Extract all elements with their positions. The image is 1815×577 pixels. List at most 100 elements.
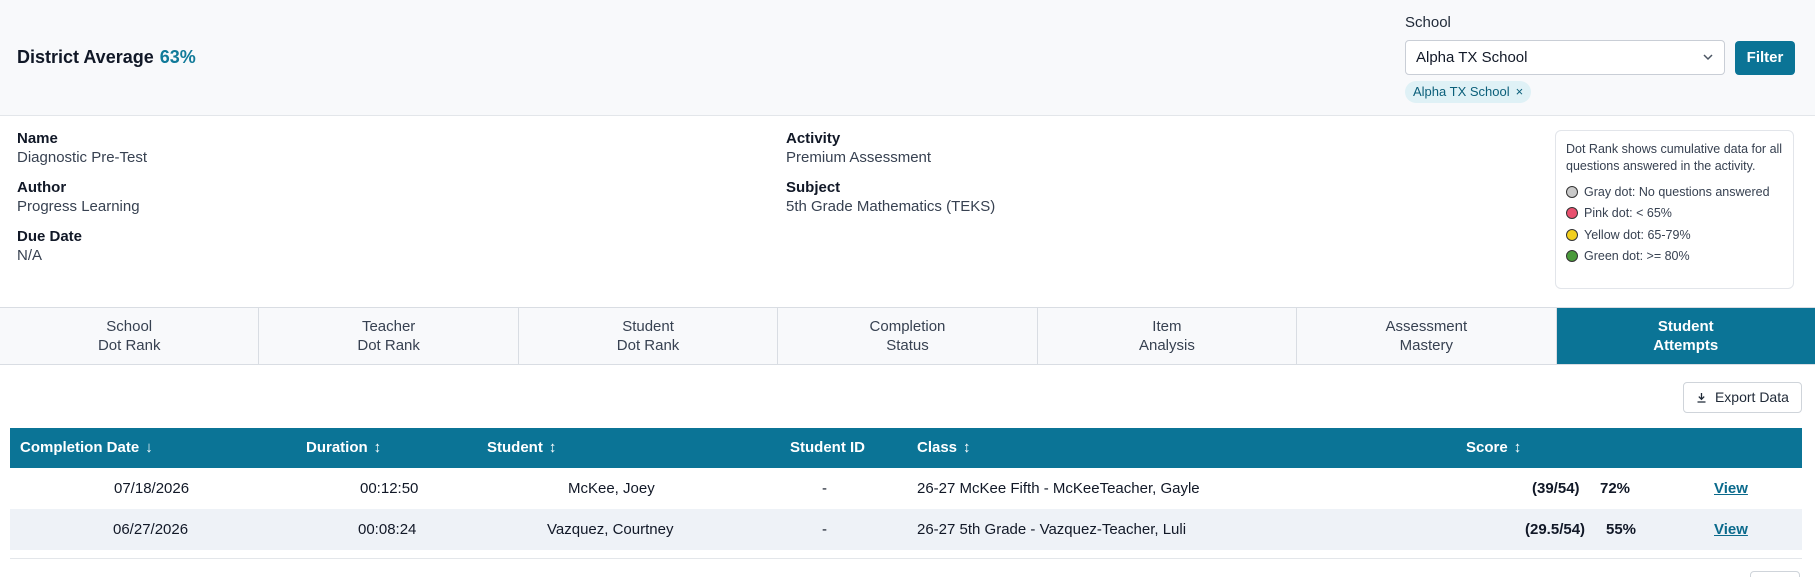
tab-label: Mastery [1399, 337, 1453, 354]
activity-value: Premium Assessment [786, 149, 932, 166]
cell-student-id: - [822, 480, 827, 497]
tab-label: Dot Rank [357, 337, 420, 354]
header-score[interactable]: Score ↕ [1466, 428, 1521, 468]
cell-score-fraction: (39/54) [1532, 480, 1580, 497]
district-average-value: 63% [159, 47, 196, 67]
sort-icon: ↕ [963, 439, 971, 456]
header-class[interactable]: Class ↕ [917, 428, 971, 468]
view-link[interactable]: View [1714, 509, 1748, 550]
author-label: Author [17, 179, 67, 196]
legend-item-label: Pink dot: < 65% [1584, 206, 1672, 221]
header-label: Completion Date [20, 439, 140, 456]
district-average: District Average 63% [17, 47, 196, 68]
due-date-value: N/A [17, 247, 43, 264]
legend-item-label: Yellow dot: 65-79% [1584, 227, 1691, 242]
author-value: Progress Learning [17, 198, 140, 215]
tab-label: Status [886, 337, 929, 354]
chip-close-icon[interactable]: × [1516, 84, 1524, 99]
tab-completion-status[interactable]: Completion Status [778, 308, 1038, 364]
legend-item-gray: Gray dot: No questions answered [1566, 181, 1783, 203]
table-row: 06/27/2026 00:08:24 Vazquez, Courtney - … [10, 509, 1802, 550]
school-select-value: Alpha TX School [1416, 49, 1528, 66]
school-select[interactable]: Alpha TX School [1405, 40, 1725, 75]
cell-completion-date: 07/18/2026 [114, 480, 190, 497]
cell-student: McKee, Joey [568, 480, 655, 497]
filter-button[interactable]: Filter [1735, 41, 1795, 75]
header-label: Student [487, 439, 543, 456]
pink-dot-icon [1566, 207, 1578, 220]
cell-duration: 00:12:50 [360, 480, 419, 497]
pagination-control[interactable] [1750, 571, 1800, 577]
report-tabs: School Dot Rank Teacher Dot Rank Student Do… [0, 307, 1815, 365]
activity-info-right: Activity Premium Assessment Subject 5th … [786, 130, 995, 228]
view-link[interactable]: View [1714, 468, 1748, 509]
legend-item-label: Gray dot: No questions answered [1584, 184, 1770, 199]
table-row: 07/18/2026 00:12:50 McKee, Joey - 26-27 … [10, 468, 1802, 509]
cell-score-percent: 55% [1606, 521, 1637, 538]
school-label: School [1405, 14, 1451, 31]
divider [10, 558, 1802, 559]
legend-item-green: Green dot: >= 80% [1566, 246, 1783, 268]
yellow-dot-icon [1566, 228, 1578, 241]
cell-student-id: - [822, 521, 827, 538]
header-label: Class [917, 439, 958, 456]
sort-down-icon: ↓ [145, 439, 153, 456]
tab-item-analysis[interactable]: Item Analysis [1038, 308, 1298, 364]
cell-duration: 00:08:24 [358, 521, 417, 538]
sort-icon: ↕ [548, 439, 557, 456]
activity-label: Activity [786, 130, 841, 147]
header-bar: District Average 63% School Alpha TX Scho… [0, 0, 1815, 116]
header-student-id: Student ID [790, 428, 865, 468]
tab-label: Completion [869, 318, 946, 335]
sort-icon: ↕ [373, 439, 382, 456]
table-header: Completion Date ↓ Duration ↕ Student ↕ Stud… [10, 428, 1802, 468]
tab-school-dot-rank[interactable]: School Dot Rank [0, 308, 260, 364]
tab-label: Attempts [1653, 337, 1719, 354]
subject-label: Subject [786, 179, 841, 196]
download-icon [1696, 389, 1715, 405]
subject-value: 5th Grade Mathematics (TEKS) [786, 198, 996, 215]
cell-score-fraction: (29.5/54) [1525, 521, 1586, 538]
tab-label: Assessment [1385, 318, 1468, 335]
tab-label: Dot Rank [97, 337, 161, 354]
legend-item-pink: Pink dot: < 65% [1566, 203, 1783, 225]
chevron-down-icon [1702, 41, 1714, 87]
due-date-label: Due Date [17, 228, 83, 245]
sort-icon: ↕ [1513, 439, 1522, 456]
attempts-table: Completion Date ↓ Duration ↕ Student ↕ Stud… [10, 428, 1802, 550]
tab-label: Analysis [1138, 337, 1195, 354]
header-completion-date[interactable]: Completion Date ↓ [20, 428, 153, 468]
tab-student-attempts[interactable]: Student Attempts [1556, 308, 1815, 364]
header-label: Score [1466, 439, 1508, 456]
tab-label: Student [622, 318, 674, 335]
gray-dot-icon [1566, 185, 1578, 198]
name-value: Diagnostic Pre-Test [17, 149, 148, 166]
legend-item-label: Green dot: >= 80% [1584, 249, 1690, 264]
tab-label: Student [1657, 318, 1714, 335]
header-student[interactable]: Student ↕ [487, 428, 556, 468]
school-filter-chip-label: Alpha TX School [1413, 84, 1510, 99]
cell-score-percent: 72% [1600, 480, 1631, 497]
export-data-button[interactable]: Export Data [1683, 382, 1802, 413]
green-dot-icon [1566, 250, 1578, 263]
school-filter-chip: Alpha TX School × [1405, 81, 1532, 103]
district-average-label: District Average [17, 47, 154, 67]
tab-label: Item [1152, 318, 1182, 335]
tab-student-dot-rank[interactable]: Student Dot Rank [519, 308, 779, 364]
legend-item-yellow: Yellow dot: 65-79% [1566, 224, 1783, 246]
dot-rank-legend: Dot Rank shows cumulative data for all q… [1555, 130, 1794, 289]
cell-class: 26-27 McKee Fifth - McKeeTeacher, Gayle [917, 480, 1200, 497]
export-data-label: Export Data [1714, 389, 1789, 405]
name-label: Name [17, 130, 58, 147]
tab-label: Teacher [361, 318, 416, 335]
tab-assessment-mastery[interactable]: Assessment Mastery [1297, 308, 1557, 364]
cell-student: Vazquez, Courtney [547, 521, 674, 538]
activity-info-left: Name Diagnostic Pre-Test Author Progress… [17, 130, 147, 277]
header-label: Duration [306, 439, 368, 456]
legend-description: Dot Rank shows cumulative data for all q… [1566, 142, 1783, 173]
tab-teacher-dot-rank[interactable]: Teacher Dot Rank [259, 308, 519, 364]
header-duration[interactable]: Duration ↕ [306, 428, 381, 468]
tab-label: School [106, 318, 153, 335]
cell-class: 26-27 5th Grade - Vazquez-Teacher, Luli [917, 521, 1187, 538]
tab-label: Dot Rank [616, 337, 680, 354]
